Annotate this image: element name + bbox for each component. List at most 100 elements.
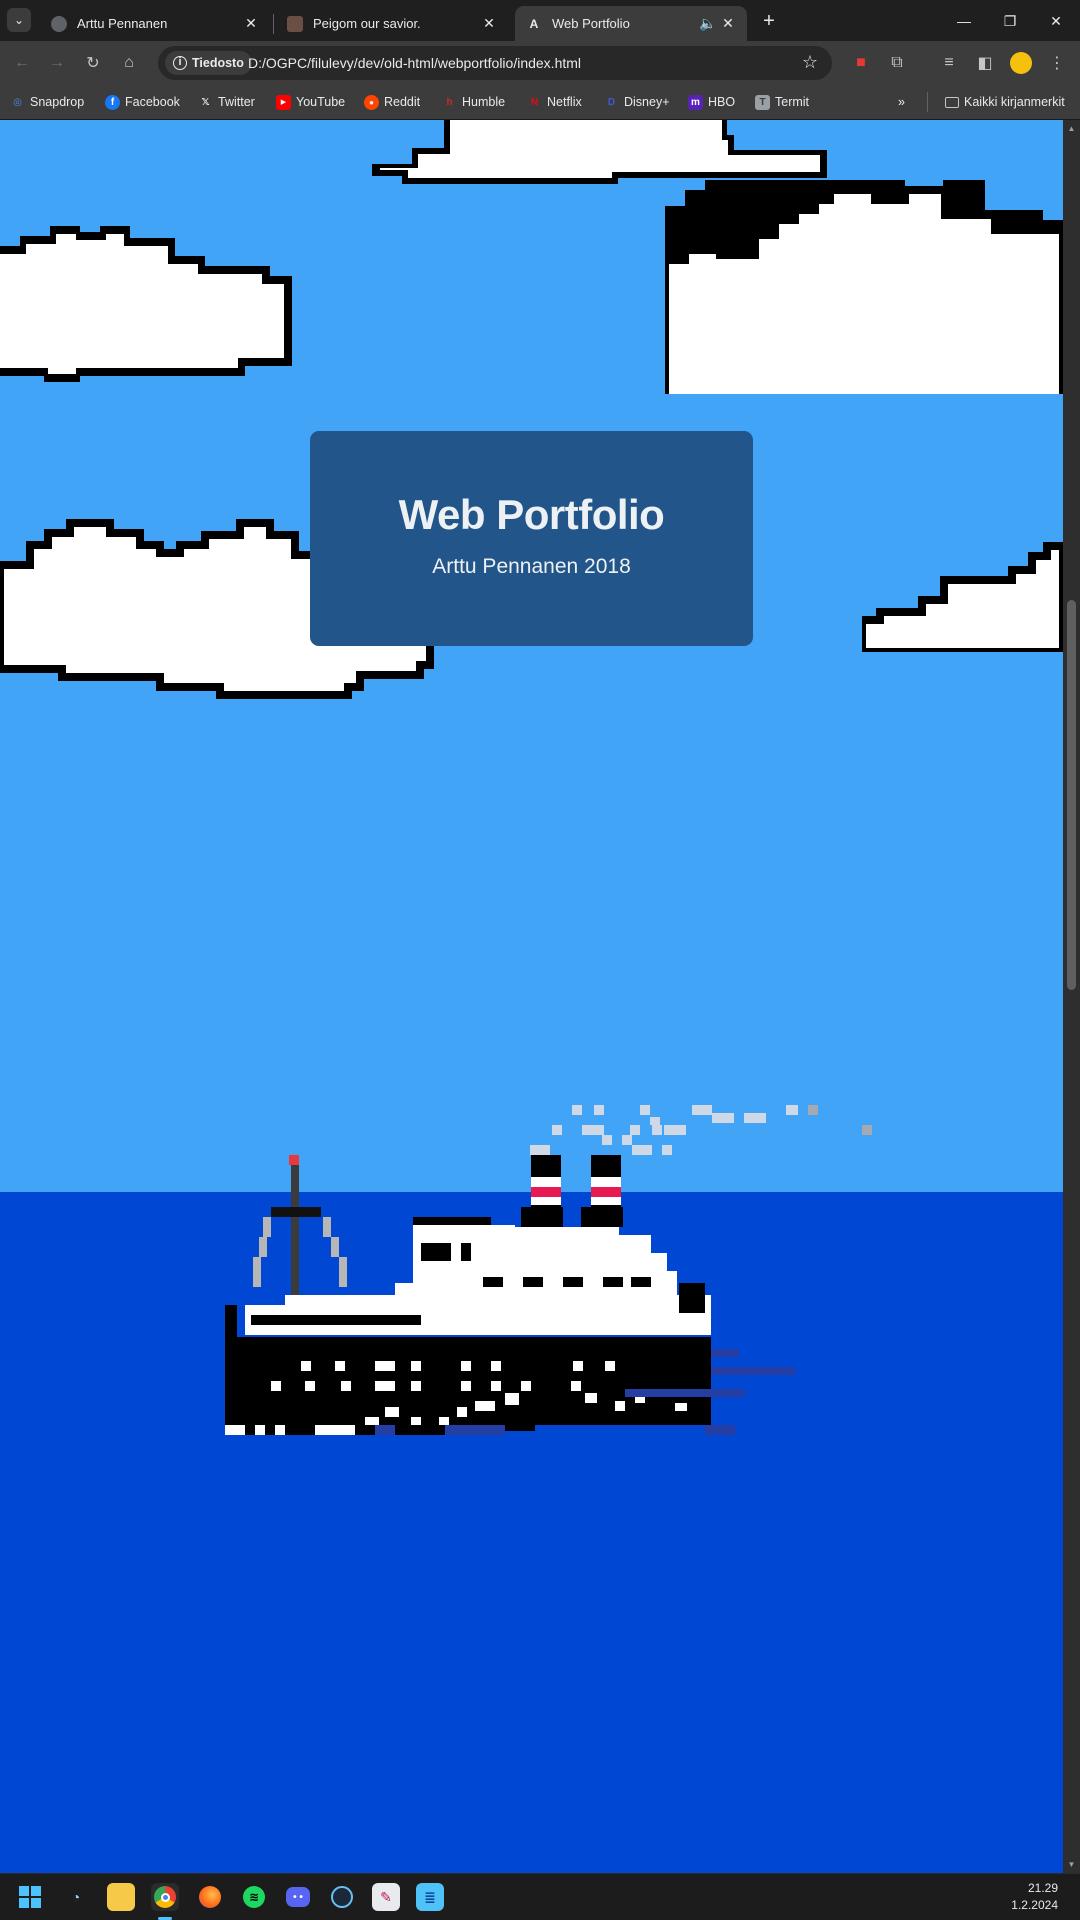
bookmark-twitter[interactable]: 𝕏 Twitter <box>198 92 255 112</box>
spotify-icon[interactable]: ≋ <box>240 1883 268 1911</box>
minimize-button[interactable]: — <box>952 9 976 33</box>
back-arrow-icon[interactable]: ← <box>8 49 36 77</box>
tab-search-button[interactable]: ⌄ <box>7 8 31 32</box>
bookmark-snapdrop[interactable]: ◎ Snapdrop <box>10 92 84 112</box>
bookmark-netflix[interactable]: N Netflix <box>527 92 582 112</box>
speaker-icon[interactable]: 🔈 <box>698 14 718 34</box>
disney-icon: D <box>607 96 616 108</box>
globe-icon <box>51 15 67 32</box>
page-subtitle: Arttu Pennanen 2018 <box>432 555 631 578</box>
bookmark-star-icon[interactable]: ☆ <box>802 52 818 73</box>
home-icon[interactable]: ⌂ <box>115 49 143 77</box>
info-icon: i <box>173 56 187 70</box>
new-tab-button[interactable]: + <box>757 9 781 33</box>
reload-icon[interactable]: ↻ <box>79 49 107 77</box>
extension-icon[interactable]: ■ <box>847 49 875 77</box>
hbo-icon: m <box>688 94 703 110</box>
cloud-top-center <box>372 120 827 184</box>
bookmark-youtube[interactable]: ▶ YouTube <box>276 92 345 112</box>
scrollbar-thumb[interactable] <box>1067 600 1076 990</box>
x-icon: 𝕏 <box>201 96 210 108</box>
bookmarks-bar: ◎ Snapdrop f Facebook 𝕏 Twitter ▶ YouTub… <box>0 84 1080 120</box>
bookmark-label: Disney+ <box>624 95 670 109</box>
tab-web-portfolio[interactable]: A Web Portfolio 🔈 ✕ <box>515 6 747 41</box>
system-clock[interactable]: 21.29 1.2.2024 <box>1011 1880 1058 1914</box>
puzzle-extensions-icon[interactable]: ⧉ <box>883 49 911 77</box>
tab-divider <box>273 14 274 34</box>
media-controls-icon[interactable]: ≡ <box>935 49 963 77</box>
letter-a-favicon-icon: A <box>526 15 542 32</box>
scroll-down-arrow-icon[interactable]: ▼ <box>1067 1860 1076 1869</box>
bookmark-label: Facebook <box>125 95 180 109</box>
firefox-icon[interactable] <box>196 1883 224 1911</box>
address-bar[interactable]: i Tiedosto D:/OGPC/filulevy/dev/old-html… <box>158 46 832 80</box>
bookmark-hbo[interactable]: m HBO <box>688 92 735 112</box>
paint-tool-icon[interactable]: ✎ <box>372 1883 400 1911</box>
search-taskbar-icon[interactable]: ◔ <box>62 1883 90 1911</box>
cloud-middle-right <box>862 542 1063 652</box>
close-tab-icon[interactable]: ✕ <box>241 14 261 34</box>
tab-title: Web Portfolio <box>552 16 630 31</box>
close-tab-icon[interactable]: ✕ <box>718 14 738 34</box>
windows-taskbar: ◔ ≋ • • ✎ ≣ 21.29 1.2.2024 <box>0 1873 1080 1920</box>
more-bookmarks-chevron-icon[interactable]: » <box>898 92 905 112</box>
bookmark-label: Netflix <box>547 95 582 109</box>
bookmark-facebook[interactable]: f Facebook <box>105 92 180 112</box>
cloud-upper-right <box>665 180 1063 394</box>
tab-peigom[interactable]: Peigom our savior. ✕ <box>276 6 508 41</box>
bookmark-label: Reddit <box>384 95 421 109</box>
bookmark-humble[interactable]: h Humble <box>442 92 505 112</box>
side-panel-icon[interactable]: ◧ <box>971 49 999 77</box>
bookmark-label: Termit <box>775 95 810 109</box>
humble-icon: h <box>446 96 453 108</box>
facebook-icon: f <box>105 94 120 110</box>
close-window-button[interactable]: ✕ <box>1044 9 1068 33</box>
site-info-chip[interactable]: i Tiedosto <box>165 51 252 75</box>
tab-strip: ⌄ Arttu Pennanen ✕ Peigom our savior. ✕ … <box>0 0 1080 41</box>
forward-arrow-icon[interactable]: → <box>43 49 71 77</box>
image-favicon-icon <box>287 15 303 32</box>
url-text[interactable]: D:/OGPC/filulevy/dev/old-html/webportfol… <box>248 55 581 71</box>
steam-icon[interactable] <box>328 1883 356 1911</box>
bookmark-label: Twitter <box>218 95 255 109</box>
bookmark-label: YouTube <box>296 95 346 109</box>
termit-icon: T <box>755 94 770 110</box>
bookmark-divider <box>927 92 928 112</box>
bookmark-label: Kaikki kirjanmerkit <box>964 95 1065 109</box>
bookmark-label: HBO <box>708 95 736 109</box>
clock-time: 21.29 <box>1027 1881 1058 1895</box>
notepad-icon[interactable]: ≣ <box>416 1883 444 1911</box>
folder-icon <box>945 96 959 108</box>
scroll-up-arrow-icon[interactable]: ▲ <box>1067 124 1076 133</box>
netflix-icon: N <box>530 96 539 108</box>
tab-title: Peigom our savior. <box>313 16 421 31</box>
reddit-icon: ● <box>364 94 379 110</box>
page-title: Web Portfolio <box>398 491 665 538</box>
bookmark-termit[interactable]: T Termit <box>755 92 809 112</box>
start-windows-icon[interactable] <box>16 1883 44 1911</box>
discord-icon[interactable]: • • <box>284 1883 312 1911</box>
page-scrollbar[interactable]: ▲ ▼ <box>1063 120 1080 1873</box>
kebab-menu-icon[interactable]: ⋮ <box>1043 49 1071 77</box>
bookmark-reddit[interactable]: ● Reddit <box>364 92 420 112</box>
bookmark-label: Snapdrop <box>30 95 85 109</box>
close-tab-icon[interactable]: ✕ <box>479 14 499 34</box>
snapdrop-icon: ◎ <box>13 96 22 108</box>
restore-button[interactable]: ❐ <box>998 9 1022 33</box>
youtube-icon: ▶ <box>276 94 291 110</box>
pixel-ship <box>225 1155 795 1435</box>
tab-title: Arttu Pennanen <box>77 16 168 31</box>
bookmark-label: Humble <box>462 95 506 109</box>
cloud-upper-left <box>0 226 292 382</box>
bookmark-disney[interactable]: D Disney+ <box>604 92 670 112</box>
security-label: Tiedosto <box>192 56 244 70</box>
profile-avatar[interactable] <box>1007 49 1035 77</box>
chrome-icon[interactable] <box>151 1883 179 1911</box>
file-explorer-icon[interactable] <box>107 1883 135 1911</box>
clock-date: 1.2.2024 <box>1011 1898 1058 1912</box>
portfolio-title-card: Web Portfolio Arttu Pennanen 2018 <box>310 431 753 646</box>
browser-toolbar: ← → ↻ ⌂ i Tiedosto D:/OGPC/filulevy/dev/… <box>0 41 1080 84</box>
all-bookmarks-folder[interactable]: Kaikki kirjanmerkit <box>945 92 1065 112</box>
page-viewport: Web Portfolio Arttu Pennanen 2018 <box>0 120 1063 1873</box>
tab-arttu-pennanen[interactable]: Arttu Pennanen ✕ <box>40 6 270 41</box>
